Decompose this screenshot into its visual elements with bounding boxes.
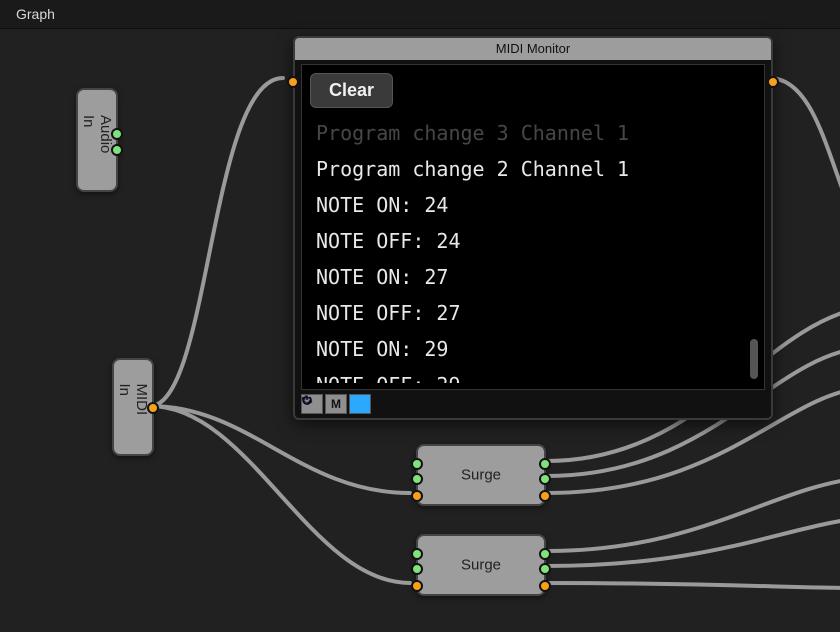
log-line: NOTE OFF: 24 bbox=[316, 223, 750, 259]
window-title[interactable]: MIDI Monitor bbox=[295, 38, 771, 60]
graph-canvas[interactable]: Audio In MIDI In Surge Surge MIDI Monito… bbox=[0, 28, 840, 632]
midi-out-port[interactable] bbox=[767, 76, 779, 88]
log-line: Program change 3 Channel 1 bbox=[316, 115, 750, 151]
audio-out-port[interactable] bbox=[111, 144, 123, 156]
audio-in-port[interactable] bbox=[411, 563, 423, 575]
scrollbar[interactable] bbox=[750, 339, 758, 379]
audio-in-port[interactable] bbox=[411, 473, 423, 485]
midi-in-port[interactable] bbox=[411, 490, 423, 502]
log-line: NOTE OFF: 29 bbox=[316, 367, 750, 383]
node-label: Surge bbox=[461, 557, 501, 574]
audio-out-port[interactable] bbox=[111, 128, 123, 140]
log-panel: Clear Program change 3 Channel 1 Program… bbox=[301, 64, 765, 390]
audio-out-port[interactable] bbox=[539, 548, 551, 560]
mute-button[interactable]: M bbox=[325, 394, 347, 414]
node-label: Audio In bbox=[80, 115, 114, 165]
node-label: Surge bbox=[461, 467, 501, 484]
midi-monitor-window[interactable]: MIDI Monitor Clear Program change 3 Chan… bbox=[293, 36, 773, 420]
window-footer: M bbox=[301, 394, 371, 414]
tab-graph[interactable]: Graph bbox=[4, 4, 67, 26]
log-line: NOTE ON: 27 bbox=[316, 259, 750, 295]
log-line: Program change 2 Channel 1 bbox=[316, 151, 750, 187]
midi-out-port[interactable] bbox=[539, 580, 551, 592]
clear-button[interactable]: Clear bbox=[310, 73, 393, 108]
midi-out-port[interactable] bbox=[147, 402, 159, 414]
node-surge-1[interactable]: Surge bbox=[416, 444, 546, 506]
node-midi-in[interactable]: MIDI In bbox=[112, 358, 154, 456]
node-audio-in[interactable]: Audio In bbox=[76, 88, 118, 192]
midi-out-port[interactable] bbox=[539, 490, 551, 502]
power-icon[interactable] bbox=[349, 394, 371, 414]
tab-bar: Graph bbox=[0, 0, 840, 29]
audio-out-port[interactable] bbox=[539, 458, 551, 470]
log-line: NOTE OFF: 27 bbox=[316, 295, 750, 331]
log-line: NOTE ON: 24 bbox=[316, 187, 750, 223]
audio-out-port[interactable] bbox=[539, 563, 551, 575]
audio-out-port[interactable] bbox=[539, 473, 551, 485]
midi-in-port[interactable] bbox=[287, 76, 299, 88]
gear-icon[interactable] bbox=[301, 394, 323, 414]
audio-in-port[interactable] bbox=[411, 458, 423, 470]
audio-in-port[interactable] bbox=[411, 548, 423, 560]
log-line: NOTE ON: 29 bbox=[316, 331, 750, 367]
node-label: MIDI In bbox=[116, 384, 150, 431]
midi-log: Program change 3 Channel 1 Program chang… bbox=[316, 115, 750, 383]
midi-in-port[interactable] bbox=[411, 580, 423, 592]
node-surge-2[interactable]: Surge bbox=[416, 534, 546, 596]
